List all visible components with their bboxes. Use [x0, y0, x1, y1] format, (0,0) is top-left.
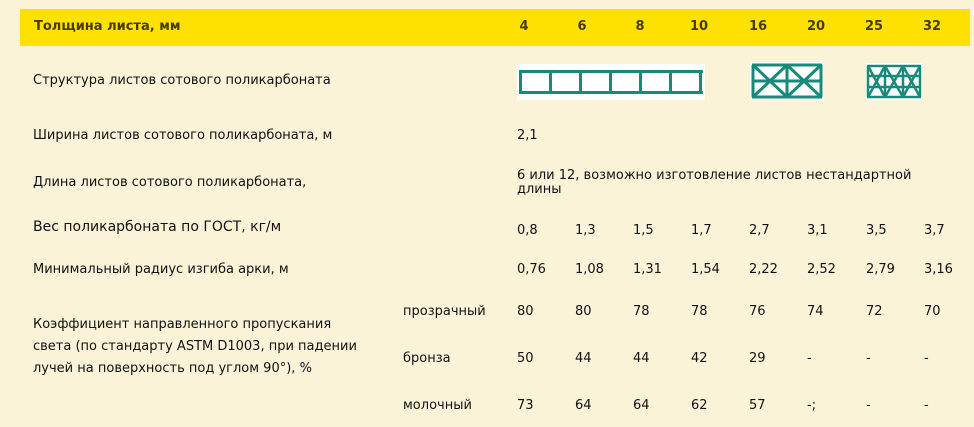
transparent-value: 78 [691, 304, 708, 319]
multi-x-structure-icon [866, 63, 922, 100]
table-header: Толщина листа, мм 4 6 8 10 16 20 25 32 [20, 9, 970, 46]
width-value: 2,1 [517, 128, 538, 143]
milky-value: 73 [517, 398, 534, 413]
width-label: Ширина листов сотового поликарбоната, м [33, 128, 333, 143]
weight-label: Вес поликарбоната по ГОСТ, кг/м [33, 219, 282, 235]
thickness-col-16: 16 [748, 19, 768, 34]
length-label: Длина листов сотового поликарбоната, [33, 175, 307, 190]
transparent-value: 76 [749, 304, 766, 319]
radius-value: 1,08 [575, 262, 604, 277]
thickness-col-6: 6 [577, 19, 587, 34]
transparent-label: прозрачный [403, 304, 486, 319]
bronze-value: 42 [691, 351, 708, 366]
transparent-value: 80 [517, 304, 534, 319]
transparent-value: 74 [807, 304, 824, 319]
weight-value: 3,7 [924, 223, 945, 238]
milky-value: - [866, 398, 871, 413]
weight-value: 1,7 [691, 223, 712, 238]
weight-value: 0,8 [517, 223, 538, 238]
thickness-col-20: 20 [806, 19, 826, 34]
transparent-value: 70 [924, 304, 941, 319]
weight-value: 2,7 [749, 223, 770, 238]
milky-value: 64 [633, 398, 650, 413]
bronze-value: 29 [749, 351, 766, 366]
bronze-value: - [866, 351, 871, 366]
thickness-col-32: 32 [922, 19, 942, 34]
radius-value: 1,31 [633, 262, 662, 277]
bronze-value: - [807, 351, 812, 366]
transparent-value: 80 [575, 304, 592, 319]
radius-value: 2,22 [749, 262, 778, 277]
bronze-value: 50 [517, 351, 534, 366]
milky-value: -; [807, 398, 817, 413]
weight-value: 1,5 [633, 223, 654, 238]
two-wall-structure-icon [517, 64, 705, 100]
thickness-header-label: Толщина листа, мм [34, 19, 181, 34]
bronze-label: бронза [403, 351, 451, 366]
bronze-value: 44 [575, 351, 592, 366]
thickness-col-10: 10 [689, 19, 709, 34]
milky-label: молочный [403, 398, 472, 413]
milky-value: 62 [691, 398, 708, 413]
milky-value: - [924, 398, 929, 413]
transparent-value: 78 [633, 304, 650, 319]
thickness-col-4: 4 [519, 19, 529, 34]
radius-value: 1,54 [691, 262, 720, 277]
transmission-label: Коэффициент направленного пропускания св… [33, 317, 357, 376]
thickness-col-8: 8 [635, 19, 645, 34]
thickness-col-25: 25 [864, 19, 884, 34]
structure-label: Структура листов сотового поликарбоната [33, 73, 331, 88]
weight-value: 1,3 [575, 223, 596, 238]
radius-value: 3,16 [924, 262, 953, 277]
bronze-value: 44 [633, 351, 650, 366]
bronze-value: - [924, 351, 929, 366]
radius-value: 2,52 [807, 262, 836, 277]
transparent-value: 72 [866, 304, 883, 319]
weight-value: 3,5 [866, 223, 887, 238]
milky-value: 64 [575, 398, 592, 413]
radius-value: 0,76 [517, 262, 546, 277]
radius-label: Минимальный радиус изгиба арки, м [33, 262, 289, 277]
weight-value: 3,1 [807, 223, 828, 238]
length-value: 6 или 12, возможно изготовление листов н… [517, 168, 912, 197]
x-structure-icon [750, 62, 824, 100]
radius-value: 2,79 [866, 262, 895, 277]
milky-value: 57 [749, 398, 766, 413]
